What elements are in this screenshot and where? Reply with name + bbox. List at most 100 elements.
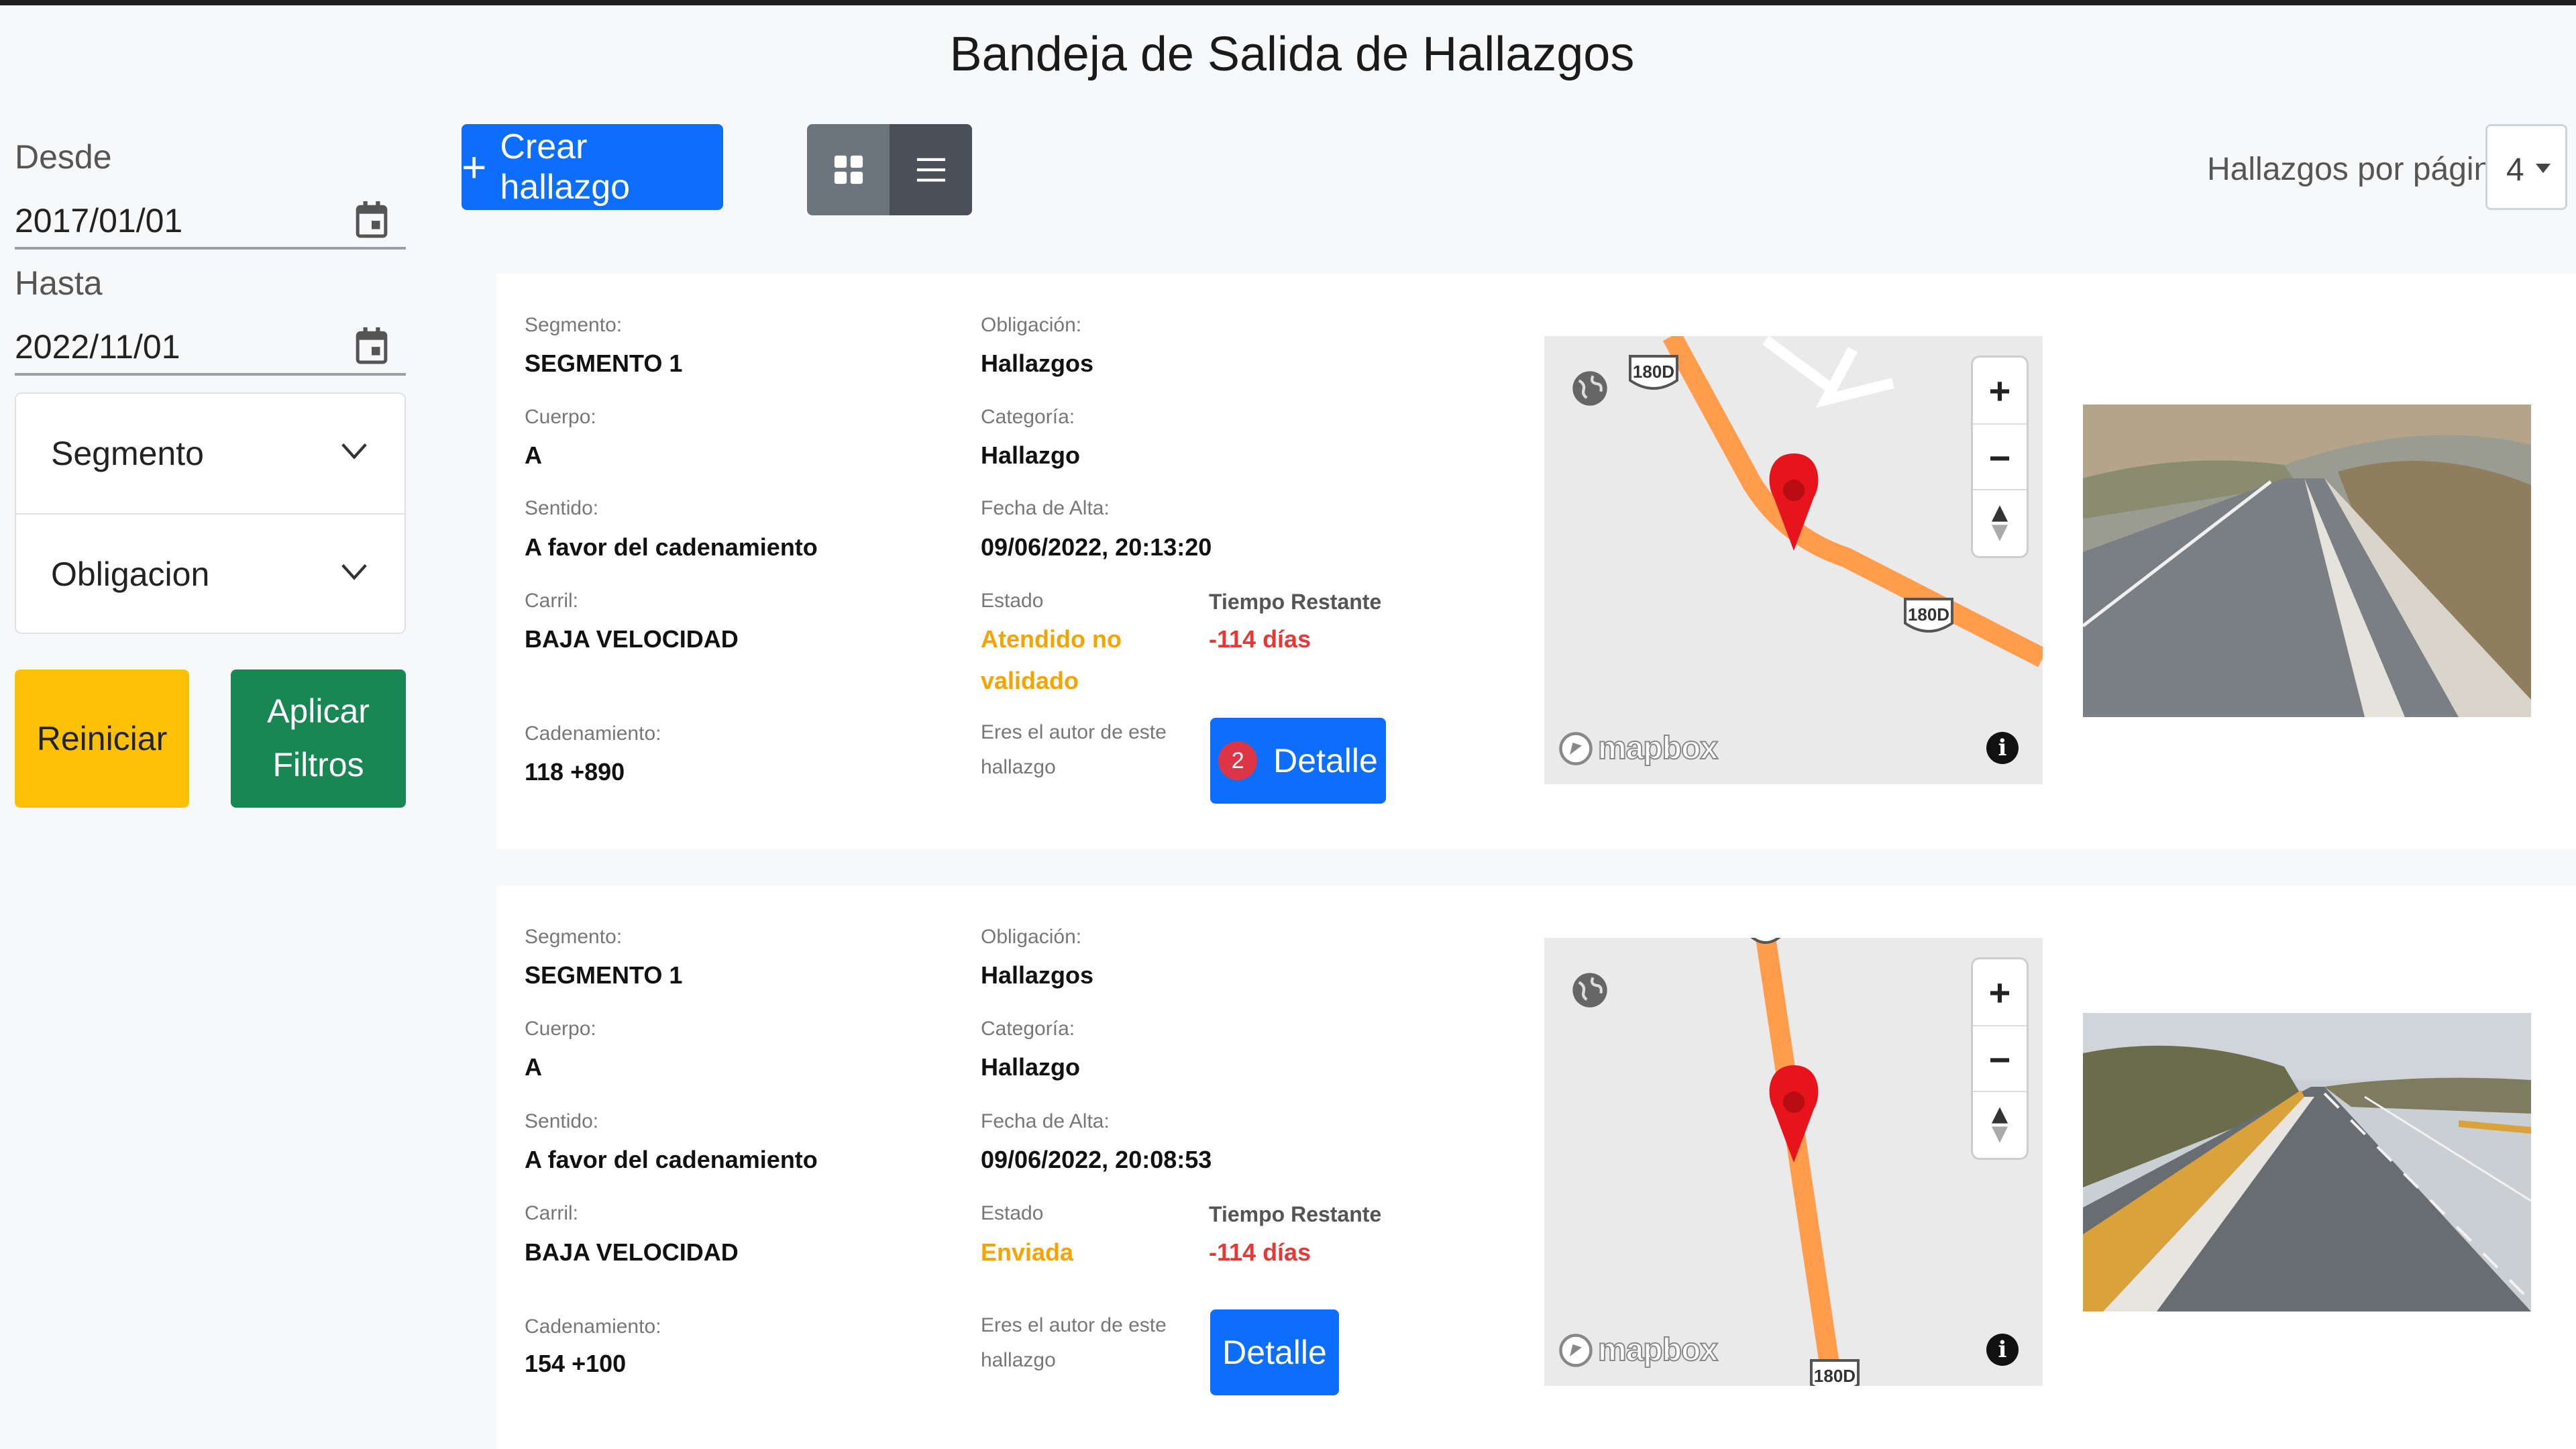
body-value: A — [525, 1053, 542, 1081]
list-view-button[interactable] — [890, 124, 972, 215]
page-title: Bandeja de Salida de Hallazgos — [949, 28, 1635, 81]
time-left-key: Tiempo Restante — [1209, 590, 1382, 614]
chainage-key: Cadenamiento: — [525, 722, 661, 745]
created-key: Fecha de Alta: — [981, 497, 1110, 519]
highway-shield-label: 180D — [1633, 362, 1674, 382]
globe-icon[interactable] — [1571, 370, 1609, 407]
highway-shield-icon: 180D — [1904, 598, 1953, 633]
view-toggle — [807, 124, 972, 215]
detail-button-label: Detalle — [1222, 1334, 1327, 1371]
detail-button-label: Detalle — [1273, 742, 1378, 780]
lane-value: BAJA VELOCIDAD — [525, 625, 739, 653]
location-map[interactable]: 180D + − mapbox i — [1544, 938, 2043, 1386]
author-note-line1: Eres el autor de este — [981, 721, 1167, 743]
body-key: Cuerpo: — [525, 406, 596, 428]
grid-icon — [834, 155, 863, 184]
calendar-icon[interactable] — [355, 199, 388, 240]
zoom-out-button[interactable]: − — [1973, 1026, 2027, 1092]
segment-key: Segmento: — [525, 314, 623, 336]
created-value: 09/06/2022, 20:13:20 — [981, 533, 1212, 561]
category-key: Categoría: — [981, 406, 1075, 428]
obligation-key: Obligación: — [981, 926, 1082, 948]
mapbox-logo-text: mapbox — [1597, 1332, 1719, 1368]
reset-button-label: Reiniciar — [36, 720, 168, 757]
from-date-label: Desde — [15, 138, 112, 176]
finding-card: Segmento: SEGMENTO 1 Cuerpo: A Sentido: … — [496, 274, 2576, 849]
globe-icon[interactable] — [1571, 971, 1609, 1009]
info-icon[interactable]: i — [1986, 732, 2019, 764]
author-note-line2: hallazgo — [981, 1349, 1056, 1371]
category-value: Hallazgo — [981, 1053, 1081, 1081]
finding-card: Segmento: SEGMENTO 1 Cuerpo: A Sentido: … — [496, 885, 2576, 1449]
mapbox-logo: mapbox — [1558, 1332, 1719, 1368]
status-value-line2: validado — [981, 667, 1079, 694]
obligation-value: Hallazgos — [981, 961, 1094, 989]
highway-shield-icon — [1750, 938, 1781, 944]
body-key: Cuerpo: — [525, 1018, 596, 1040]
apply-label-line2: Filtros — [272, 746, 364, 784]
chainage-key: Cadenamiento: — [525, 1316, 661, 1338]
author-note: Eres el autor de este hallazgo — [981, 715, 1167, 785]
per-page-value: 4 — [2506, 152, 2524, 188]
segment-value: SEGMENTO 1 — [525, 961, 683, 989]
time-left-key: Tiempo Restante — [1209, 1202, 1382, 1226]
segment-key: Segmento: — [525, 926, 623, 948]
mapbox-logo: mapbox — [1558, 730, 1719, 767]
compass-button[interactable] — [1973, 490, 2027, 556]
zoom-in-button[interactable]: + — [1973, 959, 2027, 1025]
highway-shield-icon: 180D — [1629, 355, 1678, 390]
direction-value: A favor del cadenamiento — [525, 1146, 818, 1173]
grid-view-button[interactable] — [807, 124, 890, 215]
zoom-in-button[interactable]: + — [1973, 358, 2027, 423]
compass-icon — [1991, 505, 2008, 541]
reset-button[interactable]: Reiniciar — [15, 669, 189, 808]
apply-filters-button[interactable]: Aplicar Filtros — [231, 669, 406, 808]
info-icon[interactable]: i — [1986, 1334, 2019, 1366]
author-note: Eres el autor de este hallazgo — [981, 1308, 1167, 1378]
obligation-filter[interactable]: Obligacion — [16, 515, 405, 634]
per-page-label: Hallazgos por página: — [2207, 152, 2519, 187]
status-key: Estado — [981, 590, 1044, 612]
direction-key: Sentido: — [525, 497, 599, 519]
location-marker-icon — [1769, 1065, 1819, 1163]
status-value: Enviada — [981, 1238, 1074, 1266]
detail-button[interactable]: 2 Detalle — [1210, 718, 1386, 804]
create-finding-button[interactable]: + Crear hallazgo — [462, 124, 723, 210]
compass-icon — [1991, 1107, 2008, 1143]
chevron-down-icon — [341, 443, 367, 460]
direction-value: A favor del cadenamiento — [525, 533, 818, 561]
from-date-value: 2017/01/01 — [15, 202, 183, 239]
per-page-select[interactable]: 4 — [2485, 124, 2567, 210]
map-zoom-controls: + − — [1973, 959, 2027, 1158]
top-border — [0, 0, 2576, 5]
status-key: Estado — [981, 1202, 1044, 1224]
apply-label-line1: Aplicar — [267, 692, 370, 730]
finding-photo[interactable] — [2083, 1013, 2531, 1311]
chevron-down-icon — [341, 564, 367, 580]
direction-key: Sentido: — [525, 1110, 599, 1132]
caret-down-icon — [2536, 164, 2551, 173]
highway-shield-label: 180D — [1908, 604, 1949, 625]
location-map[interactable]: 180D 180D + − mapbox i — [1544, 336, 2043, 784]
author-note-line2: hallazgo — [981, 756, 1056, 778]
to-date-value: 2022/11/01 — [15, 328, 180, 366]
calendar-icon[interactable] — [355, 325, 388, 366]
category-key: Categoría: — [981, 1018, 1075, 1040]
compass-button[interactable] — [1973, 1092, 2027, 1158]
to-date-label: Hasta — [15, 264, 103, 302]
segment-filter[interactable]: Segmento — [16, 394, 405, 513]
created-key: Fecha de Alta: — [981, 1110, 1110, 1132]
highway-shield-label: 180D — [1814, 1366, 1856, 1386]
to-date-field[interactable]: 2022/11/01 — [15, 315, 406, 376]
lane-value: BAJA VELOCIDAD — [525, 1238, 739, 1266]
status-value: Atendido no — [981, 625, 1122, 653]
detail-button[interactable]: Detalle — [1210, 1309, 1339, 1395]
from-date-field[interactable]: 2017/01/01 — [15, 189, 406, 250]
finding-photo[interactable] — [2083, 405, 2531, 717]
segment-filter-label: Segmento — [51, 435, 204, 472]
highway-shield-icon: 180D — [1810, 1359, 1860, 1386]
obligation-key: Obligación: — [981, 314, 1082, 336]
lane-key: Carril: — [525, 1202, 578, 1224]
zoom-out-button[interactable]: − — [1973, 425, 2027, 490]
time-left-value: -114 días — [1209, 625, 1311, 653]
